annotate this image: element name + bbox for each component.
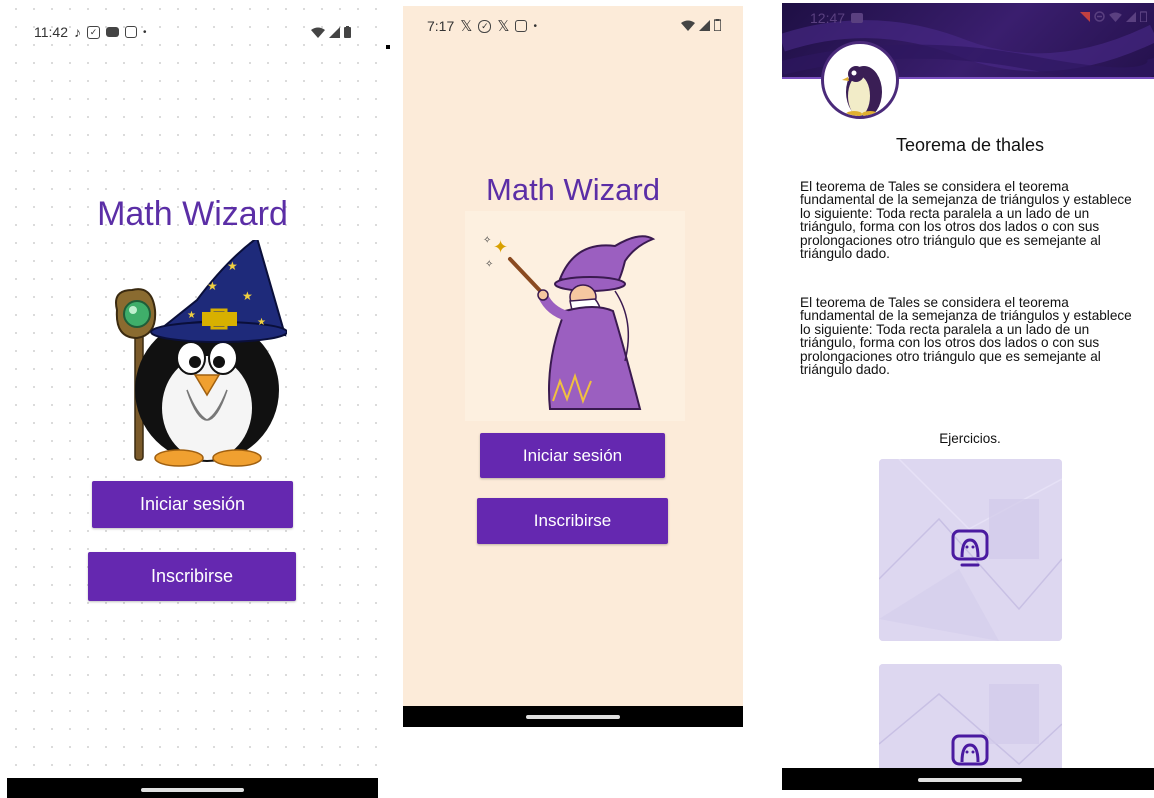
home-handle[interactable] xyxy=(141,788,244,792)
svg-text:★: ★ xyxy=(257,317,266,328)
x-icon: 𝕏 xyxy=(497,18,510,35)
svg-text:★: ★ xyxy=(227,259,238,273)
svg-text:✦: ✦ xyxy=(493,237,508,258)
paragraph-line: fundamental de la semejanza de triángulo… xyxy=(800,192,1132,208)
home-handle[interactable] xyxy=(526,715,620,719)
wifi-icon xyxy=(1109,11,1122,22)
lesson-title: Teorema de thales xyxy=(895,135,1045,155)
svg-text:✧: ✧ xyxy=(485,259,493,270)
signal-icon xyxy=(699,19,710,31)
login-screen-1: 11:42 ♪ ✓ • Math Wizard ★ ★ ★ ★ ★ Inicia… xyxy=(7,0,378,798)
exercise-card[interactable] xyxy=(879,664,1062,774)
lesson-screen: 12:47 Teorema de thales El teorema de Ta… xyxy=(782,3,1154,790)
dot-icon: • xyxy=(533,20,537,32)
dot-icon: • xyxy=(143,26,147,38)
navigation-bar xyxy=(403,706,743,727)
navigation-bar xyxy=(7,778,378,798)
lesson-paragraph-1: El teorema de Tales se considera el teor… xyxy=(800,179,1132,262)
notification-icon xyxy=(1080,11,1090,22)
paragraph-line: El teorema de Tales se considera el teor… xyxy=(800,295,1069,310)
app-icon xyxy=(851,13,864,23)
app-title: Math Wizard xyxy=(486,172,660,207)
dnd-icon xyxy=(1094,11,1105,22)
youtube-icon xyxy=(106,27,119,37)
status-bar: 7:17 𝕏 ✓ 𝕏 • xyxy=(427,17,537,35)
separator-dot xyxy=(386,45,390,49)
paragraph-line: El teorema de Tales se considera el teor… xyxy=(800,179,1069,194)
status-bar: 11:42 ♪ ✓ • xyxy=(34,24,147,40)
penguin-wizard-illustration: ★ ★ ★ ★ ★ xyxy=(115,240,287,467)
avatar[interactable] xyxy=(821,41,899,119)
instagram-icon xyxy=(125,26,137,38)
status-icons xyxy=(1080,11,1147,22)
x-icon: 𝕏 xyxy=(460,18,473,35)
paragraph-line: triángulo, forma con los otros dos lados… xyxy=(800,219,1100,235)
status-icons xyxy=(311,26,351,38)
signup-button[interactable]: Inscribirse xyxy=(477,498,668,544)
paragraph-line: lo siguiente: Toda recta paralela a un l… xyxy=(800,205,1090,221)
login-button[interactable]: Iniciar sesión xyxy=(92,481,293,528)
penguin-avatar-icon xyxy=(842,66,882,116)
status-time: 11:42 xyxy=(34,24,68,40)
battery-icon xyxy=(714,19,721,31)
svg-text:★: ★ xyxy=(207,279,218,293)
lesson-paragraph-2: El teorema de Tales se considera el teor… xyxy=(800,295,1132,378)
wizard-illustration: ✦ ✧ ✧ xyxy=(465,211,685,421)
signal-icon xyxy=(1126,11,1136,22)
monitor-penguin-icon xyxy=(951,529,989,567)
paragraph-line: prolongaciones otro triángulo que es sem… xyxy=(800,232,1101,248)
exercise-card[interactable] xyxy=(879,459,1062,641)
login-screen-2: 7:17 𝕏 ✓ 𝕏 • Math Wizard ✦ ✧ ✧ Iniciar s… xyxy=(403,6,743,727)
signal-icon xyxy=(329,26,340,38)
instagram-icon xyxy=(515,20,528,32)
battery-icon xyxy=(1140,11,1147,22)
paragraph-line: triángulo, forma con los otros dos lados… xyxy=(800,335,1100,351)
svg-text:★: ★ xyxy=(187,310,196,321)
check-icon: ✓ xyxy=(87,25,100,39)
wifi-icon xyxy=(681,20,695,31)
signup-button[interactable]: Inscribirse xyxy=(88,552,296,601)
paragraph-line: fundamental de la semejanza de triángulo… xyxy=(800,308,1132,324)
tiktok-icon: ♪ xyxy=(74,24,81,40)
status-bar: 12:47 xyxy=(810,10,864,26)
navigation-bar xyxy=(782,768,1154,790)
monitor-penguin-icon xyxy=(951,734,989,766)
paragraph-line: triángulo dado. xyxy=(800,246,890,262)
status-icons xyxy=(681,19,721,31)
svg-text:★: ★ xyxy=(242,289,253,303)
wifi-icon xyxy=(311,27,325,38)
check-icon: ✓ xyxy=(478,19,492,33)
status-time: 7:17 xyxy=(427,18,455,34)
battery-icon xyxy=(344,26,351,38)
paragraph-line: triángulo dado. xyxy=(800,362,890,378)
status-time: 12:47 xyxy=(810,10,846,26)
paragraph-line: lo siguiente: Toda recta paralela a un l… xyxy=(800,321,1090,337)
app-title: Math Wizard xyxy=(97,195,288,233)
exercises-label: Ejercicios. xyxy=(939,431,1001,446)
login-button[interactable]: Iniciar sesión xyxy=(480,433,665,478)
svg-text:✧: ✧ xyxy=(483,235,491,246)
home-handle[interactable] xyxy=(918,778,1022,782)
paragraph-line: prolongaciones otro triángulo que es sem… xyxy=(800,348,1101,364)
